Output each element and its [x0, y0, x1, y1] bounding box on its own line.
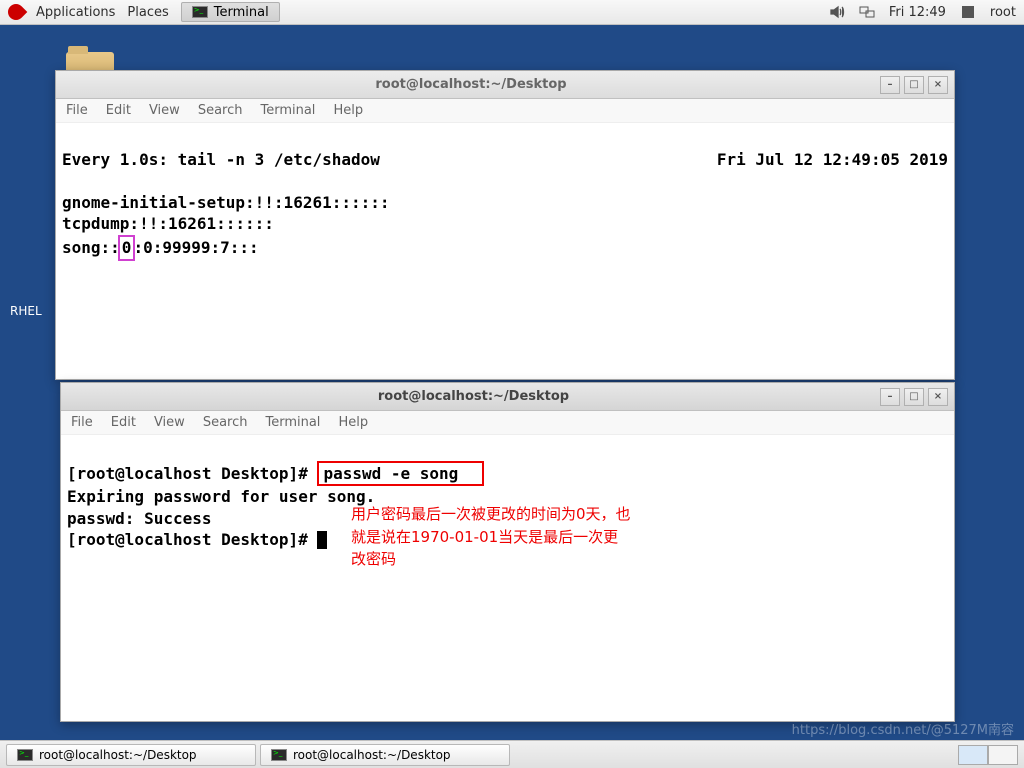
output-line-1: Expiring password for user song. [67, 487, 375, 506]
menu-edit[interactable]: Edit [106, 103, 131, 118]
highlighted-command: passwd -e song [317, 461, 483, 487]
workspace-1[interactable] [958, 745, 988, 765]
watermark: https://blog.csdn.net/@5127M南容 [792, 719, 1014, 738]
taskbar-entry-1[interactable]: root@localhost:~/Desktop [6, 744, 256, 766]
window-title: root@localhost:~/Desktop [62, 77, 880, 92]
clock[interactable]: Fri 12:49 [889, 5, 946, 20]
menu-terminal[interactable]: Terminal [260, 103, 315, 118]
terminal-icon [192, 6, 208, 18]
output-line-2: passwd: Success [67, 509, 212, 528]
menu-file[interactable]: File [66, 103, 88, 118]
active-app-label: Terminal [214, 5, 269, 20]
watch-header-right: Fri Jul 12 12:49:05 2019 [717, 149, 948, 171]
close-button[interactable]: × [928, 388, 948, 406]
watch-header-left: Every 1.0s: tail -n 3 /etc/shadow [62, 150, 380, 169]
terminal-window-1: root@localhost:~/Desktop – □ × File Edit… [55, 70, 955, 380]
menu-terminal[interactable]: Terminal [265, 415, 320, 430]
shadow-line-1: gnome-initial-setup:!!:16261:::::: [62, 193, 390, 212]
network-icon[interactable] [859, 4, 875, 20]
titlebar-2[interactable]: root@localhost:~/Desktop – □ × [61, 383, 954, 411]
taskbar-label: root@localhost:~/Desktop [39, 748, 197, 762]
maximize-button[interactable]: □ [904, 388, 924, 406]
workspace-pager[interactable] [958, 745, 1018, 765]
menubar-2: File Edit View Search Terminal Help [61, 411, 954, 435]
taskbar-label: root@localhost:~/Desktop [293, 748, 451, 762]
taskbar-entry-2[interactable]: root@localhost:~/Desktop [260, 744, 510, 766]
desktop-rhel-label: RHEL [10, 304, 42, 318]
user-icon [960, 4, 976, 20]
active-app-indicator[interactable]: Terminal [181, 2, 280, 22]
places-menu[interactable]: Places [127, 5, 168, 20]
volume-icon[interactable] [829, 4, 845, 20]
menu-help[interactable]: Help [333, 103, 363, 118]
terminal-content-2[interactable]: [root@localhost Desktop]# passwd -e song… [61, 435, 954, 598]
shadow-line-3-post: :0:99999:7::: [133, 238, 258, 257]
menu-file[interactable]: File [71, 415, 93, 430]
menu-view[interactable]: View [149, 103, 180, 118]
menubar-1: File Edit View Search Terminal Help [56, 99, 954, 123]
terminal-icon [271, 749, 287, 761]
red-annotation: 用户密码最后一次被更改的时间为0天，也就是说在1970-01-01当天是最后一次… [351, 503, 631, 571]
terminal-cursor [317, 531, 327, 549]
user-menu[interactable]: root [990, 5, 1016, 20]
menu-view[interactable]: View [154, 415, 185, 430]
terminal-icon [17, 749, 33, 761]
workspace-2[interactable] [988, 745, 1018, 765]
prompt-1: [root@localhost Desktop]# [67, 464, 317, 483]
applications-menu[interactable]: Applications [36, 5, 115, 20]
top-panel: Applications Places Terminal Fri 12:49 r… [0, 0, 1024, 25]
terminal-window-2: root@localhost:~/Desktop – □ × File Edit… [60, 382, 955, 722]
menu-search[interactable]: Search [198, 103, 243, 118]
redhat-icon [5, 1, 28, 24]
minimize-button[interactable]: – [880, 76, 900, 94]
bottom-taskbar: root@localhost:~/Desktop root@localhost:… [0, 740, 1024, 768]
window-title: root@localhost:~/Desktop [67, 389, 880, 404]
menu-edit[interactable]: Edit [111, 415, 136, 430]
shadow-line-2: tcpdump:!!:16261:::::: [62, 214, 274, 233]
shadow-line-3-pre: song:: [62, 238, 120, 257]
prompt-2: [root@localhost Desktop]# [67, 530, 317, 549]
close-button[interactable]: × [928, 76, 948, 94]
minimize-button[interactable]: – [880, 388, 900, 406]
menu-help[interactable]: Help [338, 415, 368, 430]
maximize-button[interactable]: □ [904, 76, 924, 94]
menu-search[interactable]: Search [203, 415, 248, 430]
titlebar-1[interactable]: root@localhost:~/Desktop – □ × [56, 71, 954, 99]
terminal-content-1[interactable]: Every 1.0s: tail -n 3 /etc/shadow Fri Jul… [56, 123, 954, 286]
